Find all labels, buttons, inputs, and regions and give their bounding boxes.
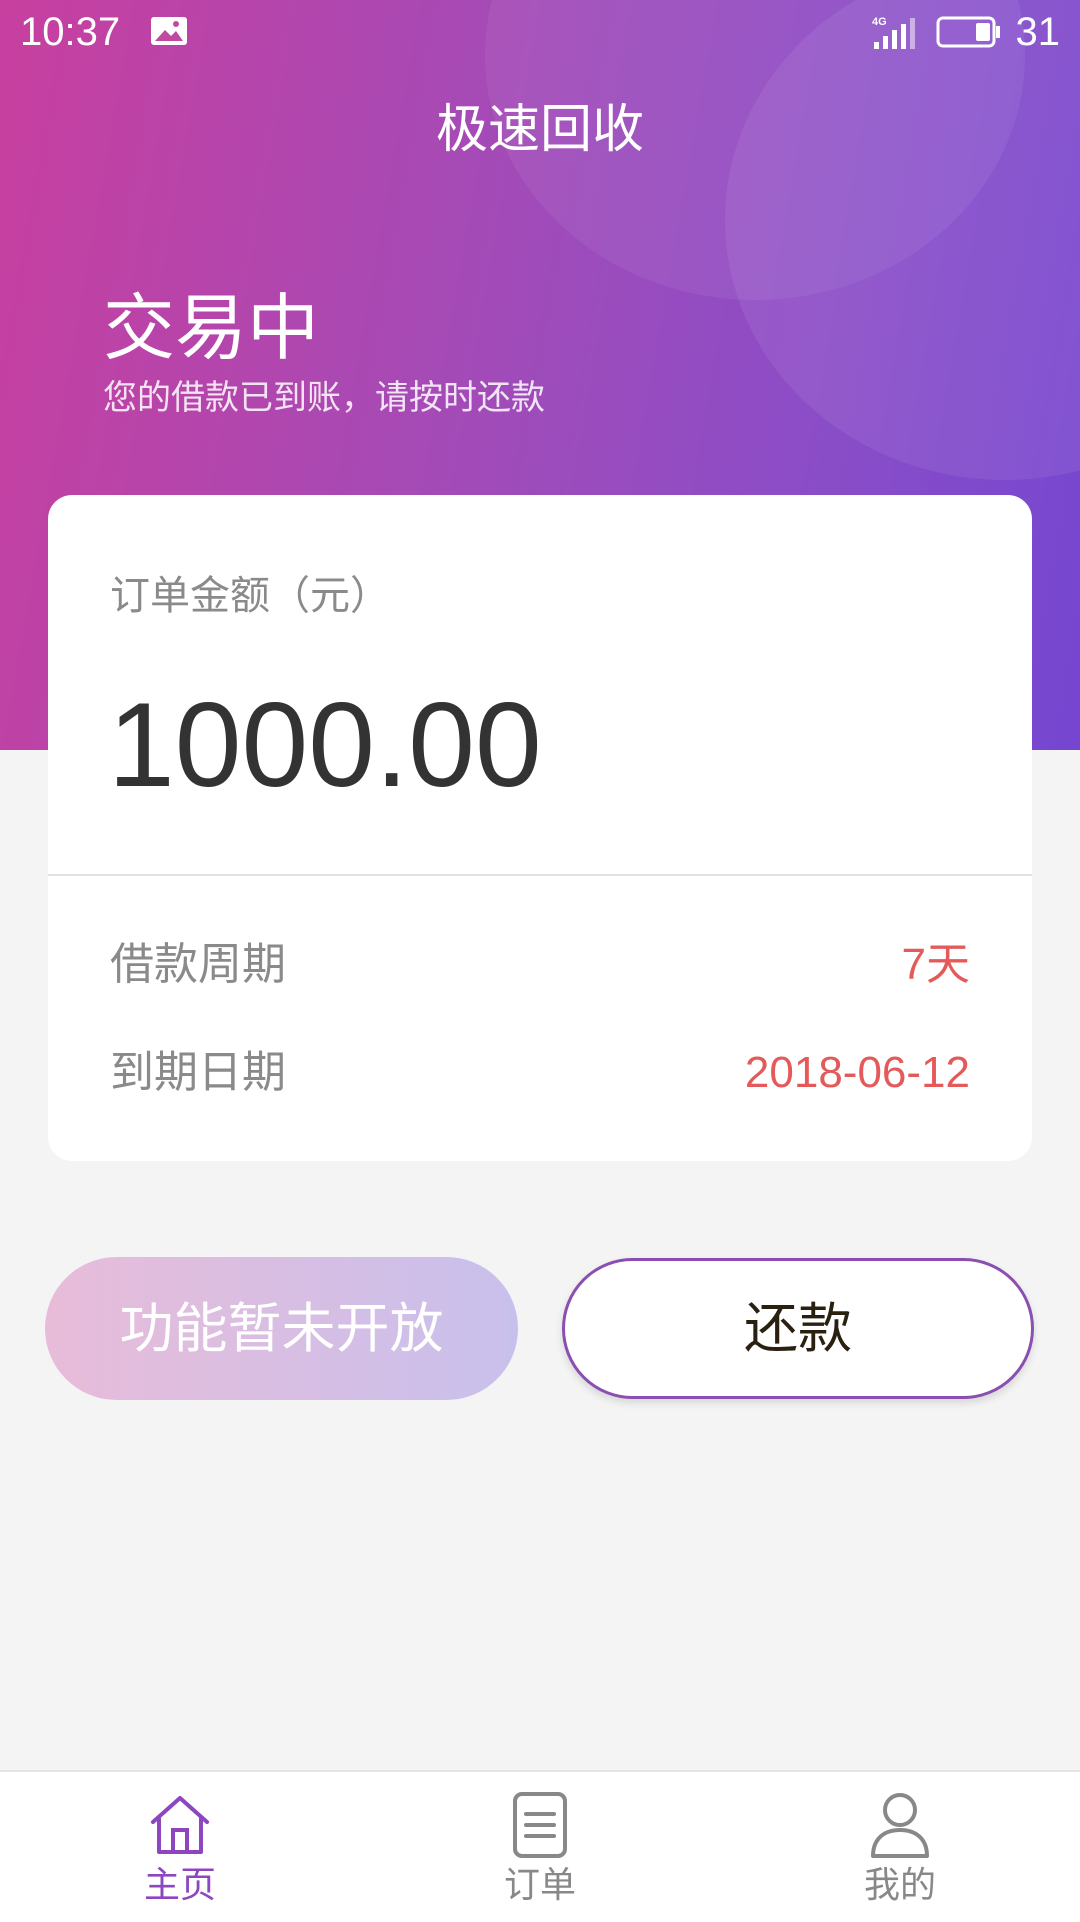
transaction-status: 交易中 [103,286,320,370]
status-bar: 10:37 4G 31 [0,0,1080,64]
feature-unavailable-button[interactable]: 功能暂未开放 [45,1257,518,1400]
repay-button[interactable]: 还款 [562,1258,1034,1399]
nav-label-profile: 我的 [863,1865,936,1906]
order-list-icon [513,1792,567,1858]
due-date-value: 2018-06-12 [744,1048,970,1097]
svg-text:4G: 4G [872,16,887,28]
due-date-label: 到期日期 [110,1047,286,1098]
nav-item-home[interactable]: 主页 [0,1772,360,1922]
loan-period-row: 借款周期 7天 [110,937,970,993]
battery-icon [936,16,1000,48]
image-notification-icon [151,17,187,45]
nav-label-orders: 订单 [503,1865,576,1906]
bottom-navigation: 主页 订单 我的 [0,1770,1080,1922]
signal-4g-icon: 4G [872,16,915,49]
due-date-row: 到期日期 2018-06-12 [110,1045,970,1101]
amount-label: 订单金额（元） [110,573,390,619]
page-title: 极速回收 [435,100,644,160]
nav-item-profile[interactable]: 我的 [720,1772,1080,1922]
loan-period-label: 借款周期 [110,939,286,990]
nav-item-orders[interactable]: 订单 [360,1772,720,1922]
loan-period-value: 7天 [901,940,970,989]
status-subtitle: 您的借款已到账，请按时还款 [103,378,545,418]
order-card: 订单金额（元） 1000.00 借款周期 7天 到期日期 2018-06-12 [48,495,1032,1161]
nav-label-home: 主页 [143,1865,216,1906]
battery-level: 31 [1015,10,1061,54]
order-amount: 1000.00 [108,678,542,812]
status-time: 10:37 [20,10,121,54]
user-icon [871,1793,929,1858]
home-icon [151,1796,209,1854]
divider [48,874,1032,876]
decorative-circle [725,0,1080,480]
